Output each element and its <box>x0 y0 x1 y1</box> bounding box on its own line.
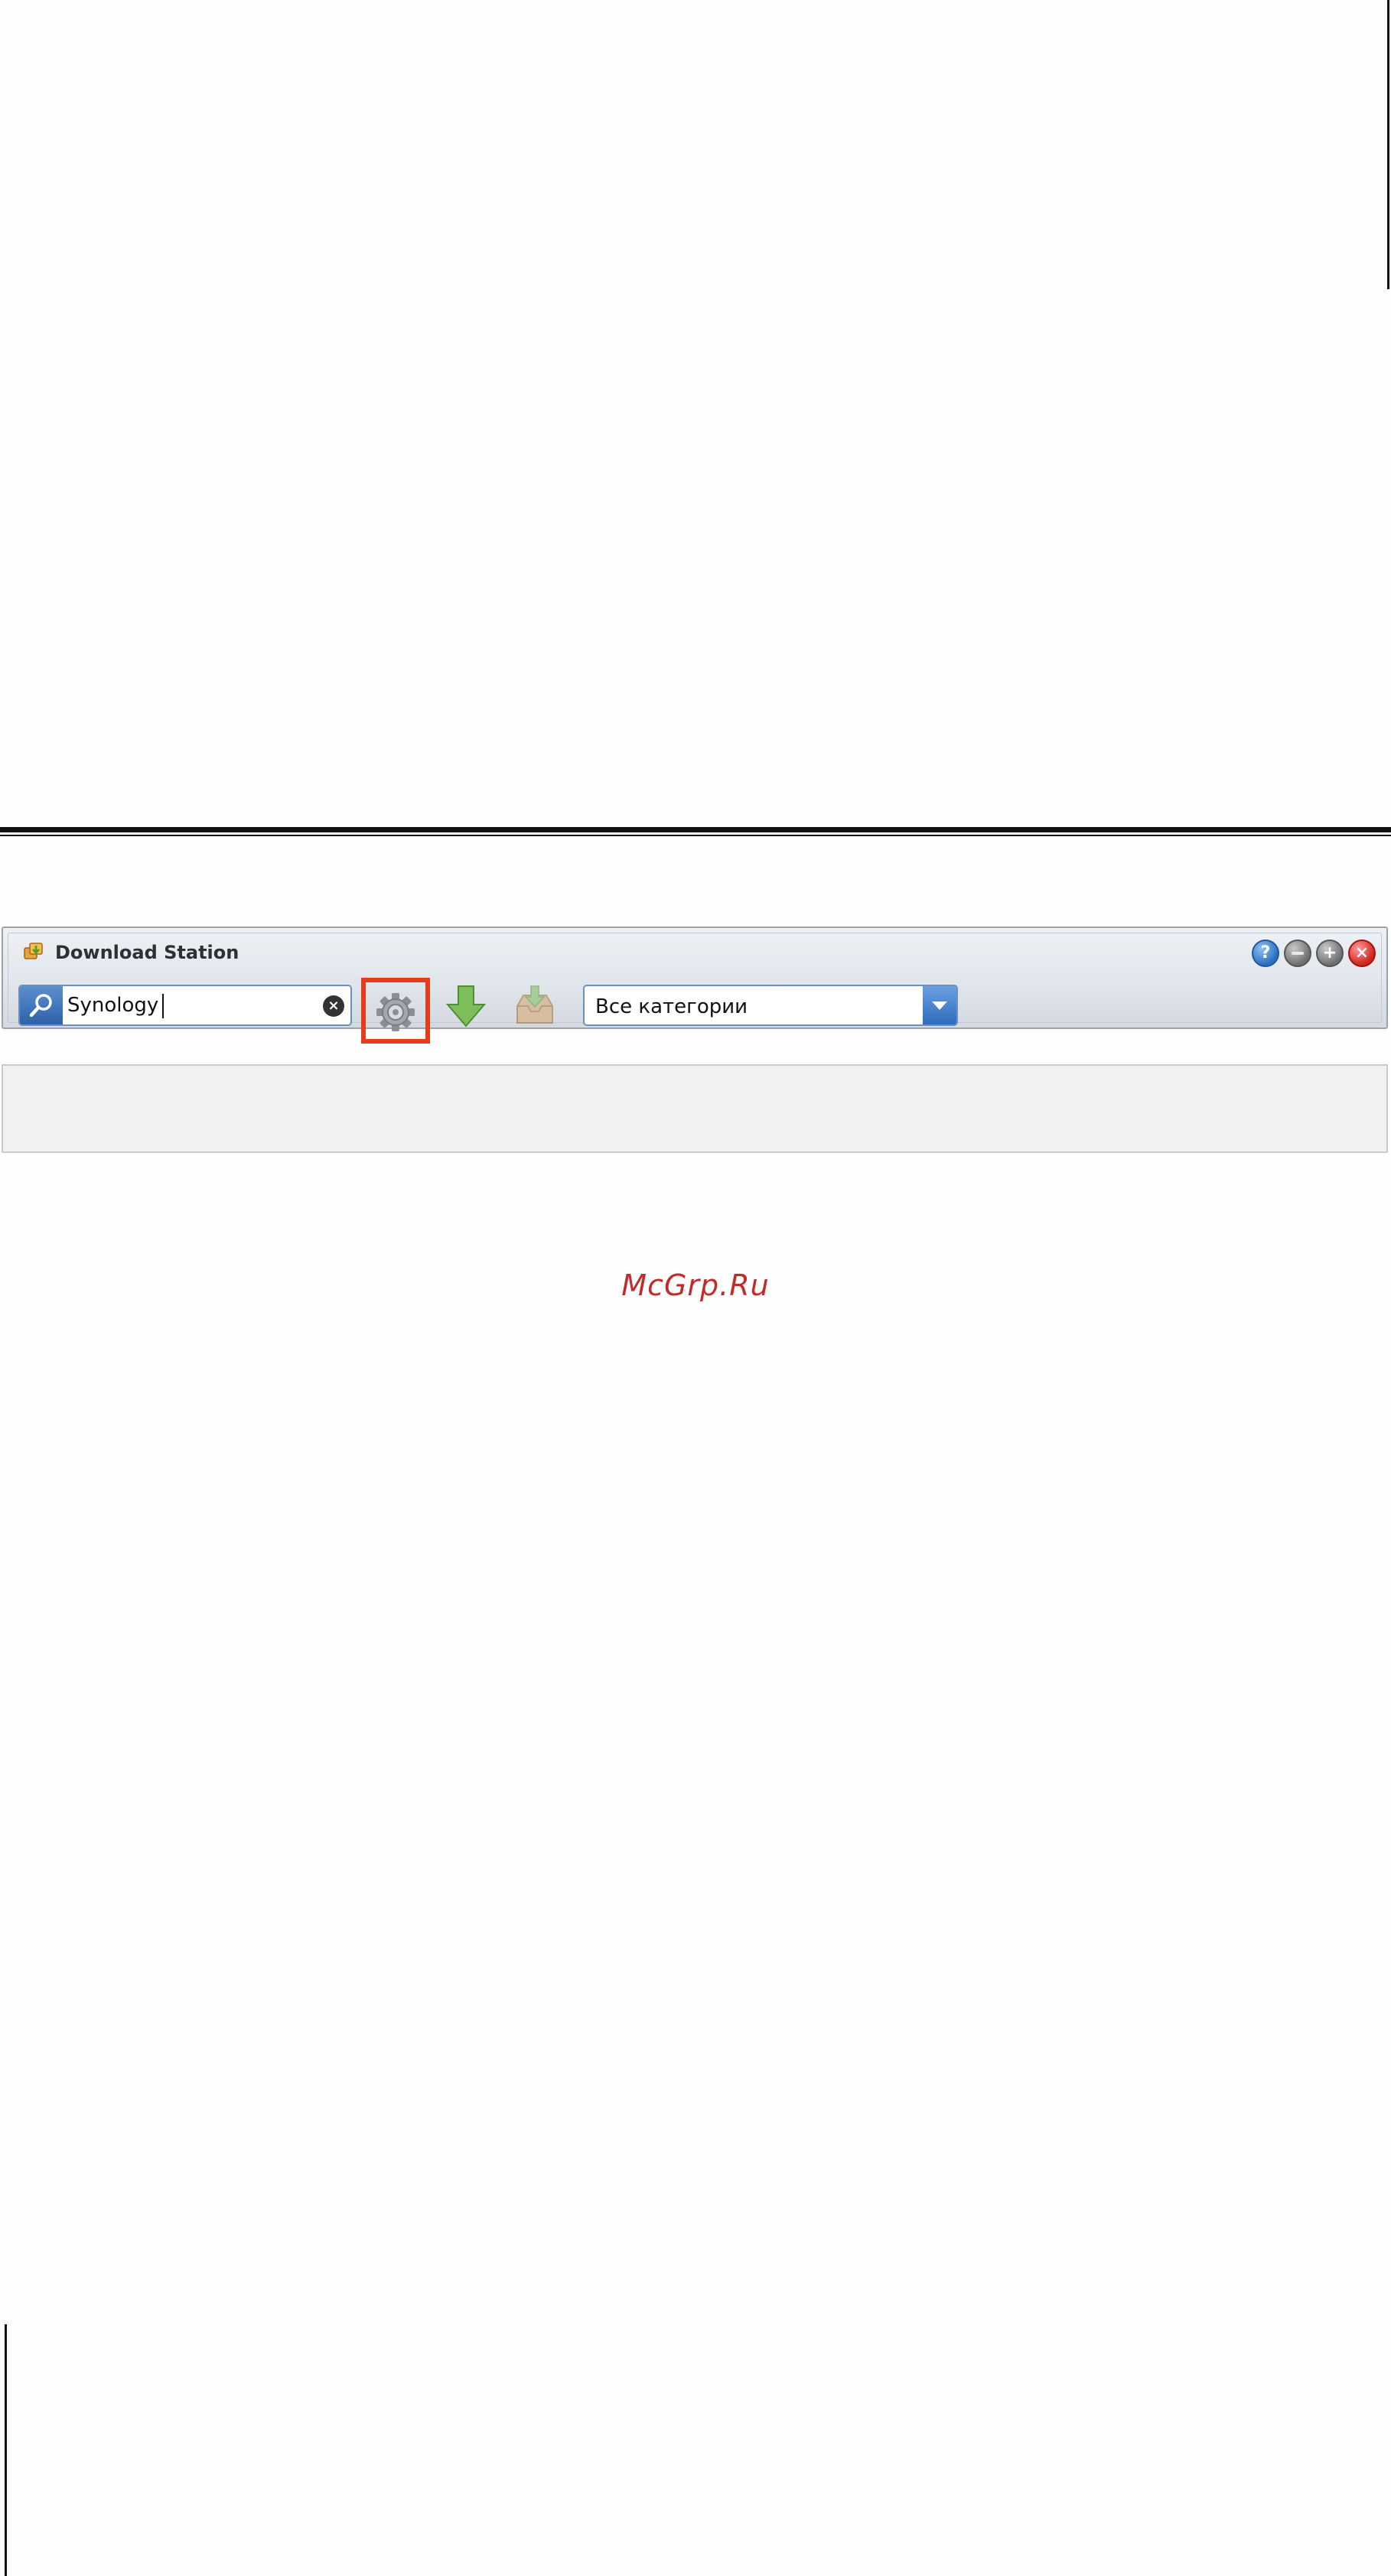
close-icon[interactable]: × <box>1348 940 1376 967</box>
category-dropdown[interactable]: Все категории <box>583 985 958 1026</box>
question-mark-icon[interactable]: ? <box>1252 940 1279 967</box>
chevron-down-icon[interactable] <box>923 986 956 1024</box>
search-icon[interactable] <box>20 986 63 1024</box>
section-divider <box>0 827 1391 836</box>
clear-icon[interactable]: × <box>323 995 344 1017</box>
search-input[interactable] <box>67 986 312 1024</box>
inbox-download-icon[interactable] <box>513 983 557 1029</box>
download-station-icon <box>24 943 43 959</box>
text-cursor <box>162 994 164 1018</box>
search-field[interactable]: × <box>18 985 352 1026</box>
download-arrow-icon[interactable] <box>444 983 488 1029</box>
window-title: Download Station <box>55 942 239 963</box>
content-area <box>2 1064 1388 1153</box>
gear-icon <box>376 993 415 1031</box>
watermark-text: McGrp.Ru <box>621 1268 770 1302</box>
maximize-icon[interactable]: + <box>1316 940 1344 967</box>
settings-button[interactable] <box>361 978 430 1044</box>
download-station-window: Download Station ? + × × <box>2 927 1388 1044</box>
category-selected-value: Все категории <box>595 995 748 1018</box>
window-controls: ? + × <box>1252 940 1376 967</box>
page-edge-line-right <box>1387 0 1389 289</box>
page: Download Station ? + × × <box>0 0 1391 2576</box>
page-edge-line-left <box>5 2324 7 2576</box>
divider-thick-line <box>0 827 1391 832</box>
divider-thin-line <box>0 835 1391 836</box>
minimize-icon[interactable] <box>1284 940 1311 967</box>
